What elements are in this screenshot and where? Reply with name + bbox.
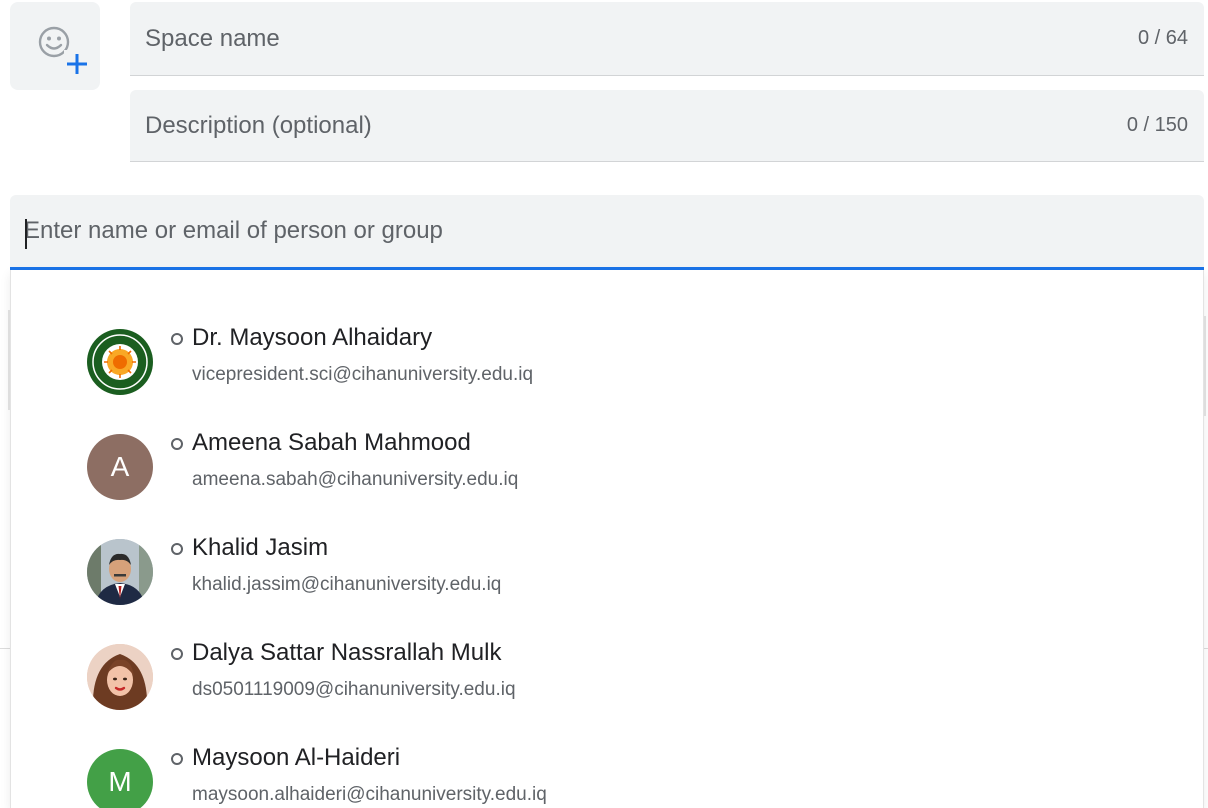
- create-space-dialog: 0 / 64 0 / 150: [0, 0, 1208, 808]
- avatar: [87, 644, 153, 710]
- suggestion-name: Dalya Sattar Nassrallah Mulk: [192, 639, 502, 666]
- suggestion-item[interactable]: Dr. Maysoon Alhaidary vicepresident.sci@…: [11, 318, 1203, 423]
- person-photo-icon: [87, 644, 153, 710]
- avatar-initial: A: [110, 451, 130, 482]
- suggestion-email: ameena.sabah@cihanuniversity.edu.iq: [192, 469, 519, 490]
- suggestion-email: ds0501119009@cihanuniversity.edu.iq: [192, 679, 516, 700]
- avatar: M: [87, 749, 153, 808]
- space-name-input[interactable]: [145, 2, 1045, 75]
- suggestion-name: Maysoon Al-Haideri: [192, 744, 401, 771]
- add-emoji-icon: [38, 26, 90, 76]
- suggestion-item[interactable]: Dalya Sattar Nassrallah Mulk ds050111900…: [11, 633, 1203, 738]
- people-search-input[interactable]: [24, 195, 1174, 267]
- suggestion-item[interactable]: Khalid Jasim khalid.jassim@cihanuniversi…: [11, 528, 1203, 633]
- avatar: [87, 329, 153, 395]
- background-divider: [1204, 316, 1206, 416]
- people-suggestions-list: Dr. Maysoon Alhaidary vicepresident.sci@…: [10, 270, 1204, 808]
- suggestion-name: Dr. Maysoon Alhaidary: [192, 324, 433, 351]
- presence-status-icon: [171, 648, 183, 660]
- suggestion-item[interactable]: M Maysoon Al-Haideri maysoon.alhaideri@c…: [11, 738, 1203, 808]
- suggestion-email: maysoon.alhaideri@cihanuniversity.edu.iq: [192, 784, 547, 805]
- presence-status-icon: [171, 333, 183, 345]
- description-counter: 0 / 150: [1126, 114, 1188, 136]
- emoji-picker-button[interactable]: [10, 2, 100, 90]
- suggestion-email: vicepresident.sci@cihanuniversity.edu.iq: [192, 364, 534, 385]
- suggestion-email: khalid.jassim@cihanuniversity.edu.iq: [192, 574, 502, 595]
- text-cursor: [25, 219, 27, 249]
- suggestion-name: Khalid Jasim: [192, 534, 329, 561]
- avatar: [87, 539, 153, 605]
- presence-status-icon: [171, 543, 183, 555]
- person-photo-icon: [87, 539, 153, 605]
- space-name-counter: 0 / 64: [1137, 27, 1188, 49]
- presence-status-icon: [171, 753, 183, 765]
- presence-status-icon: [171, 438, 183, 450]
- avatar: A: [87, 434, 153, 500]
- suggestion-name: Ameena Sabah Mahmood: [192, 429, 471, 456]
- avatar-initial: M: [108, 766, 132, 797]
- space-name-field: 0 / 64: [130, 2, 1204, 76]
- description-field: 0 / 150: [130, 90, 1204, 162]
- people-search-field: [10, 195, 1204, 270]
- description-input[interactable]: [145, 90, 1045, 161]
- university-logo-icon: [88, 330, 152, 394]
- suggestion-item[interactable]: A Ameena Sabah Mahmood ameena.sabah@ciha…: [11, 423, 1203, 528]
